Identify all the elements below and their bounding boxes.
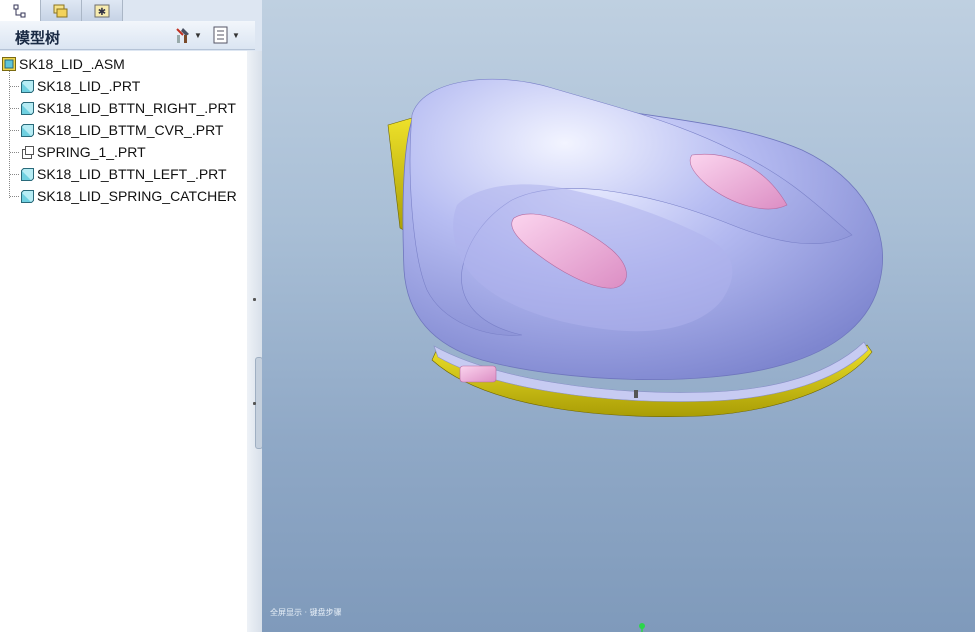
navigator-panel: ✱ 模型树 ▼ ▼ SK18_LID_.ASM SK18_LID_.PRT SK… (0, 0, 263, 632)
tree-item-label: SK18_LID_BTTN_LEFT_.PRT (37, 166, 227, 182)
navigator-tabs: ✱ (0, 0, 262, 21)
tree-item[interactable]: SK18_LID_.PRT (21, 76, 140, 96)
folder-browser-icon (53, 4, 68, 17)
part-icon (21, 79, 34, 93)
spin-center-icon (639, 623, 645, 632)
part-icon (21, 167, 34, 181)
svg-text:✱: ✱ (98, 7, 106, 18)
tree-connector (10, 86, 19, 87)
tree-node-root[interactable]: SK18_LID_.ASM (2, 54, 125, 74)
part-icon (21, 123, 34, 137)
tree-item-label: SK18_LID_BTTN_RIGHT_.PRT (37, 100, 236, 116)
status-note: 全屏显示 · 键盘步骤 (270, 608, 342, 617)
tree-connector (10, 196, 19, 197)
tree-item[interactable]: SPRING_1_.PRT (21, 142, 146, 162)
tab-folder-browser[interactable] (41, 0, 82, 21)
tree-item[interactable]: SK18_LID_SPRING_CATCHER (21, 186, 237, 206)
tree-connector (10, 108, 19, 109)
model-tree: SK18_LID_.ASM SK18_LID_.PRT SK18_LID_BTT… (0, 51, 248, 632)
tree-item-label: SK18_LID_.PRT (37, 78, 141, 94)
splitter-grip (253, 298, 256, 301)
tree-connector (9, 71, 10, 198)
favorites-icon: ✱ (94, 4, 110, 18)
part-icon (21, 189, 34, 203)
tree-show-button[interactable]: ▼ (212, 25, 244, 45)
tree-settings-icon (176, 28, 189, 43)
tree-item-label: SK18_LID_SPRING_CATCHER (37, 188, 237, 204)
tab-favorites[interactable]: ✱ (82, 0, 123, 21)
splitter-grip (253, 402, 256, 405)
model-tree-header: 模型树 ▼ ▼ (0, 21, 255, 50)
flexible-part-icon (22, 145, 34, 159)
part-icon (21, 101, 34, 115)
tree-connector (10, 174, 19, 175)
assembly-icon (2, 57, 16, 71)
panel-splitter[interactable] (247, 51, 263, 632)
tree-item[interactable]: SK18_LID_BTTN_LEFT_.PRT (21, 164, 227, 184)
tree-node-label: SK18_LID_.ASM (19, 56, 125, 72)
graphics-window[interactable]: 全屏显示 · 键盘步骤 (262, 0, 975, 632)
lid-assembly-model[interactable] (262, 0, 975, 632)
tree-item-label: SK18_LID_BTTM_CVR_.PRT (37, 122, 224, 138)
tree-item[interactable]: SK18_LID_BTTN_RIGHT_.PRT (21, 98, 236, 118)
tree-connector (10, 130, 19, 131)
catch-mark (634, 390, 638, 398)
tree-settings-button[interactable]: ▼ (174, 25, 206, 45)
model-tree-title: 模型树 (15, 29, 61, 47)
tree-connector (10, 152, 19, 153)
tree-show-icon (213, 26, 228, 44)
tab-model-tree[interactable] (0, 0, 41, 21)
tree-item-label: SPRING_1_.PRT (37, 144, 146, 160)
spring-catcher (459, 365, 497, 383)
model-tree-icon (13, 4, 26, 17)
tree-item[interactable]: SK18_LID_BTTM_CVR_.PRT (21, 120, 223, 140)
